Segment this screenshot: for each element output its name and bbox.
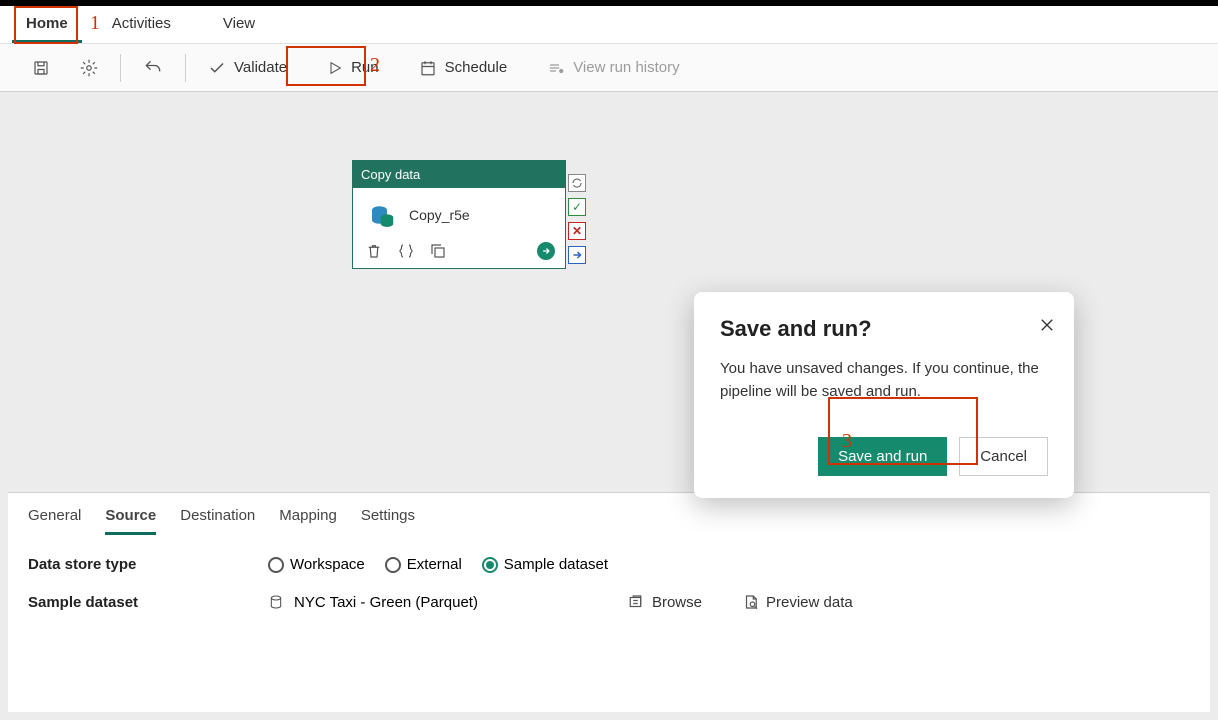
view-run-history-button[interactable]: View run history	[533, 53, 693, 83]
browse-icon	[628, 593, 646, 611]
preview-label: Preview data	[766, 594, 853, 611]
save-button[interactable]	[18, 53, 64, 83]
divider	[185, 54, 186, 82]
code-braces-icon[interactable]	[397, 242, 415, 260]
save-and-run-button[interactable]: Save and run	[818, 437, 947, 476]
annotation-number-1: 1	[90, 12, 100, 35]
tab-general[interactable]: General	[28, 497, 81, 535]
close-icon	[1038, 316, 1056, 334]
dataset-cylinder-icon	[268, 593, 284, 611]
validate-button[interactable]: Validate	[194, 53, 301, 83]
browse-label: Browse	[652, 594, 702, 611]
radio-circle-icon	[385, 557, 401, 573]
data-store-type-radio-group: Workspace External Sample dataset	[268, 556, 608, 573]
ribbon-tab-home[interactable]: Home	[12, 5, 82, 43]
ribbon-tab-view[interactable]: View	[209, 5, 269, 43]
delete-icon[interactable]	[365, 242, 383, 260]
connector-completion[interactable]	[568, 246, 586, 264]
activity-type-label: Copy data	[353, 161, 565, 188]
tab-source[interactable]: Source	[105, 497, 156, 535]
annotation-number-3: 3	[842, 430, 852, 453]
connector-failure[interactable]: ✕	[568, 222, 586, 240]
dialog-title: Save and run?	[720, 316, 1048, 342]
copy-icon[interactable]	[429, 242, 447, 260]
connector-success[interactable]: ✓	[568, 198, 586, 216]
activity-connectors: ✓ ✕	[568, 174, 586, 264]
radio-label: Workspace	[290, 556, 365, 573]
dialog-actions: Save and run Cancel	[720, 437, 1048, 476]
browse-button[interactable]: Browse	[628, 593, 702, 611]
ribbon-tab-activities[interactable]: Activities	[98, 5, 185, 43]
undo-icon	[143, 58, 163, 78]
data-store-type-label: Data store type	[28, 556, 268, 573]
dialog-body-text: You have unsaved changes. If you continu…	[720, 358, 1048, 403]
tab-settings[interactable]: Settings	[361, 497, 415, 535]
tab-mapping[interactable]: Mapping	[279, 497, 337, 535]
annotation-number-2: 2	[370, 54, 380, 77]
radio-workspace[interactable]: Workspace	[268, 556, 365, 573]
radio-label: Sample dataset	[504, 556, 608, 573]
connector-refresh[interactable]	[568, 174, 586, 192]
preview-data-button[interactable]: Preview data	[742, 593, 853, 611]
calendar-icon	[419, 59, 437, 77]
schedule-label: Schedule	[445, 59, 508, 76]
schedule-button[interactable]: Schedule	[405, 53, 522, 83]
radio-label: External	[407, 556, 462, 573]
tab-destination[interactable]: Destination	[180, 497, 255, 535]
sample-dataset-label: Sample dataset	[28, 594, 268, 611]
cancel-button[interactable]: Cancel	[959, 437, 1048, 476]
save-icon	[32, 59, 50, 77]
ribbon-tab-strip: Home Activities View 1	[0, 6, 1218, 44]
divider	[120, 54, 121, 82]
undo-button[interactable]	[129, 52, 177, 84]
radio-circle-icon	[482, 557, 498, 573]
properties-tabs: General Source Destination Mapping Setti…	[28, 497, 1190, 536]
activity-name-label: Copy_r5e	[409, 207, 470, 223]
play-icon	[327, 60, 343, 76]
dialog-close-button[interactable]	[1038, 316, 1056, 334]
database-icon	[367, 200, 397, 230]
check-icon	[208, 59, 226, 77]
validate-label: Validate	[234, 59, 287, 76]
copy-data-activity[interactable]: Copy data Copy_r5e	[352, 160, 566, 269]
radio-external[interactable]: External	[385, 556, 462, 573]
preview-icon	[742, 593, 760, 611]
radio-circle-icon	[268, 557, 284, 573]
settings-button[interactable]	[66, 53, 112, 83]
properties-pane: General Source Destination Mapping Setti…	[8, 492, 1210, 712]
run-button[interactable]: Run	[313, 53, 393, 82]
toolbar: Validate Run Schedule View run history 2	[0, 44, 1218, 92]
execute-icon[interactable]	[537, 242, 555, 260]
save-and-run-dialog: Save and run? You have unsaved changes. …	[694, 292, 1074, 498]
sample-dataset-value: NYC Taxi - Green (Parquet)	[294, 594, 478, 611]
radio-sample-dataset[interactable]: Sample dataset	[482, 556, 608, 573]
view-run-history-label: View run history	[573, 59, 679, 76]
gear-icon	[80, 59, 98, 77]
history-icon	[547, 59, 565, 77]
